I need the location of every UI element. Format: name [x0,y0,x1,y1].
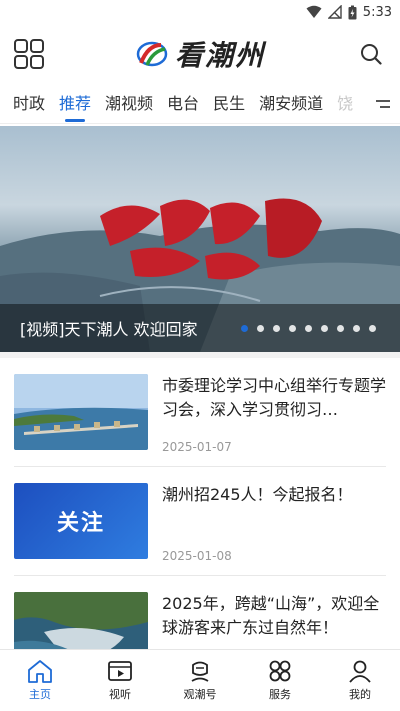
account-icon [191,661,209,682]
tab-item[interactable]: 潮视频 [98,84,160,124]
news-date: 2025-01-08 [162,549,232,563]
battery-icon [348,5,357,19]
grid-menu-icon [14,39,44,69]
search-icon [360,44,382,65]
nav-label: 视听 [109,688,131,701]
news-date: 2025-01-07 [162,440,232,454]
signal-icon [327,5,342,19]
carousel-dot[interactable] [337,325,344,332]
carousel-dot[interactable] [305,325,312,332]
tab-item[interactable]: 电台 [160,84,206,124]
banner-caption: [视频]天下潮人 欢迎回家 [20,320,198,339]
nav-item-account[interactable]: 观潮号 [160,650,240,711]
status-bar: 5:33 [0,0,400,24]
carousel-dot[interactable] [369,325,376,332]
bottom-navigation: 主页 视听 观潮号 服务 我的 [0,649,400,711]
thumbnail-text: 关注 [56,511,105,536]
search-button[interactable] [354,37,388,71]
app-header: 看潮州 [0,24,400,84]
nav-label: 我的 [349,688,371,701]
tab-item[interactable]: 饶 [330,84,360,124]
carousel-dot[interactable] [289,325,296,332]
news-title: 市委理论学习中心组举行专题学习会，深入学习贯彻习… [162,376,386,419]
banner-title-artwork [100,198,322,280]
carousel-dot[interactable] [321,325,328,332]
tab-item[interactable]: 潮安频道 [252,84,330,124]
tab-more-button[interactable] [374,84,392,124]
banner-carousel[interactable]: [视频]天下潮人 欢迎回家 [0,126,400,352]
carousel-dot[interactable] [257,325,264,332]
news-thumbnail [14,374,148,450]
video-icon [108,661,132,681]
channel-tabs: 时政 推荐 潮视频 电台 民生 潮安频道饶 [0,84,400,124]
nav-item-profile[interactable]: 我的 [320,650,400,711]
news-list: 市委理论学习中心组举行专题学习会，深入学习贯彻习… 2025-01-07 关注 … [0,358,400,685]
news-thumbnail: 关注 [14,483,148,559]
home-icon [28,660,52,683]
news-title: 潮州招245人！今起报名！ [162,485,353,504]
app-screen: 5:33 看潮州 时政 推荐 潮视频电台 民生 潮安频道 饶 [视频]天下潮人 … [0,0,400,711]
wifi-icon [306,5,322,18]
service-icon [269,660,291,682]
logo-mark-icon [136,41,168,67]
logo-text: 看潮州 [174,39,265,72]
more-channels-icon [376,100,390,108]
nav-item-video[interactable]: 视听 [80,650,160,711]
carousel-dot[interactable] [273,325,280,332]
tab-item[interactable]: 时政 [6,84,52,124]
nav-item-home[interactable]: 主页 [0,650,80,711]
news-title: 2025年，跨越“山海”，欢迎全球游客来广东过自然年！ [162,594,380,637]
tab-list: 时政 推荐 潮视频 电台 民生 潮安频道饶 [0,84,364,124]
tab-item[interactable]: 推荐 [52,84,98,124]
status-time: 5:33 [362,4,392,20]
nav-label: 主页 [29,688,51,701]
app-logo: 看潮州 [135,34,265,74]
menu-grid-button[interactable] [12,37,46,71]
news-item[interactable]: 关注 潮州招245人！今起报名！ 2025-01-08 [14,467,386,576]
nav-label: 观潮号 [183,688,217,701]
carousel-dots [241,325,376,332]
profile-icon [349,660,371,683]
carousel-dot[interactable] [353,325,360,332]
nav-item-service[interactable]: 服务 [240,650,320,711]
tab-item[interactable]: 民生 [206,84,252,124]
carousel-dot[interactable] [241,325,248,332]
nav-label: 服务 [269,688,291,701]
news-item[interactable]: 市委理论学习中心组举行专题学习会，深入学习贯彻习… 2025-01-07 [14,358,386,467]
